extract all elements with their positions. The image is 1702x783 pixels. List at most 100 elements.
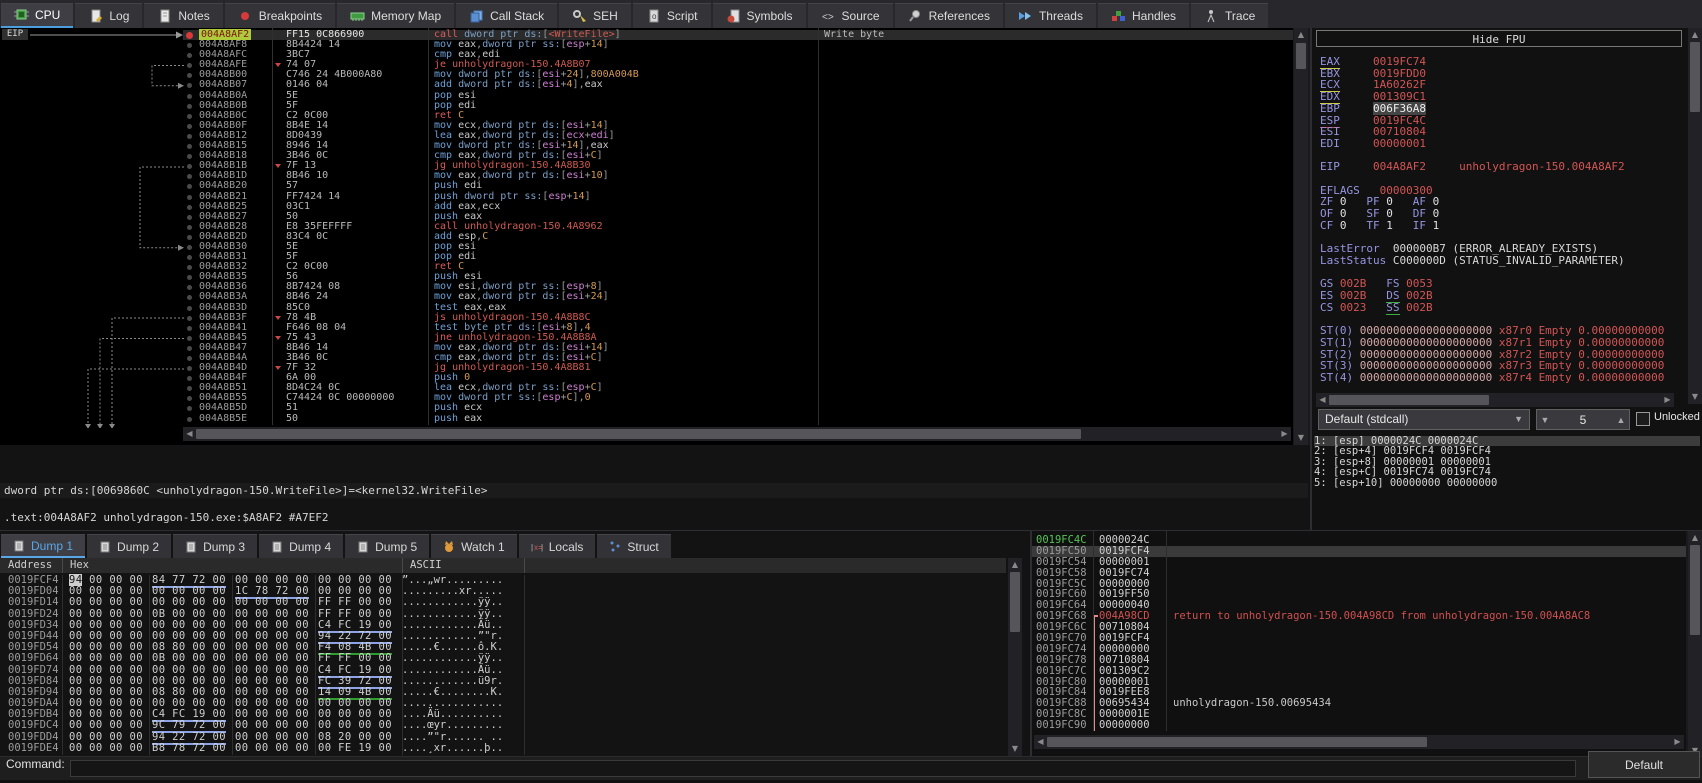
disasm-row[interactable]: 004A8B45 75 43 jne unholydragon-150.4A8B8A bbox=[183, 332, 1293, 343]
gutter-dot-icon[interactable] bbox=[183, 101, 196, 111]
tab-dump-3[interactable]: Dump 3 bbox=[173, 534, 258, 558]
disasm-row[interactable]: 004A8B2D 83C4 0C add esp,C bbox=[183, 231, 1293, 242]
disasm-row[interactable]: 004A8B0A 5E pop esi bbox=[183, 90, 1293, 101]
gutter-dot-icon[interactable] bbox=[183, 282, 196, 292]
gutter-dot-icon[interactable] bbox=[183, 252, 196, 262]
gutter-dot-icon[interactable] bbox=[183, 393, 196, 403]
disasm-row[interactable]: 004A8B5D 51 push ecx bbox=[183, 403, 1293, 413]
tab-breakpoints[interactable]: Breakpoints bbox=[224, 3, 336, 28]
gutter-dot-icon[interactable] bbox=[183, 232, 196, 242]
dump-row[interactable]: 0019FDE4 00 00 00 00 B8 78 72 00 00 00 00 0… bbox=[0, 742, 514, 754]
scroll-left-icon[interactable]: ◀ bbox=[183, 427, 196, 441]
gutter-dot-icon[interactable] bbox=[183, 192, 196, 202]
scroll-left-icon[interactable]: ◀ bbox=[1316, 393, 1329, 407]
scroll-thumb[interactable] bbox=[1329, 395, 1489, 405]
disasm-row[interactable]: 004A8B1B 7F 13 jg unholydragon-150.4A8B30 bbox=[183, 161, 1293, 171]
disasm-row[interactable]: 004A8B31 5F pop edi bbox=[183, 251, 1293, 262]
tab-memory-map[interactable]: Memory Map bbox=[337, 3, 455, 28]
disasm-row[interactable]: 004A8B4A 3B46 0C cmp eax,dword ptr ds:[esi… bbox=[183, 352, 1293, 363]
gutter-dot-icon[interactable] bbox=[183, 131, 196, 141]
command-input[interactable] bbox=[70, 760, 1576, 777]
disasm-row[interactable]: 004A8B1D 8B46 10 mov eax,dword ptr ds:[esi… bbox=[183, 171, 1293, 181]
scroll-right-icon[interactable]: ▶ bbox=[1661, 393, 1674, 407]
gutter-dot-icon[interactable] bbox=[183, 272, 196, 282]
tab-watch-1[interactable]: Watch 1 bbox=[431, 534, 517, 558]
registers-vscrollbar[interactable]: ▲ ▼ bbox=[1688, 28, 1702, 404]
disasm-row[interactable]: 004A8B4D 7F 32 jg unholydragon-150.4A8B81 bbox=[183, 362, 1293, 373]
disasm-row[interactable]: 004A8AF2 FF15 0C866900 call dword ptr ds:[… bbox=[183, 29, 1293, 41]
gutter-dot-icon[interactable] bbox=[183, 353, 196, 363]
tab-script[interactable]: o Script bbox=[632, 3, 711, 28]
segment-row[interactable]: ES 002B DS 002B bbox=[1320, 289, 1664, 304]
stack-panel[interactable]: 0019FC4C 0000024C 0019FC50 0019FCF4 0019FC54… bbox=[1032, 531, 1686, 758]
disasm-row[interactable]: 004A8B21 FF7424 14 push dword ptr ss:[esp+… bbox=[183, 191, 1293, 202]
tab-threads[interactable]: Threads bbox=[1004, 3, 1096, 28]
scroll-left-icon[interactable]: ◀ bbox=[1034, 735, 1047, 749]
scroll-down-icon[interactable]: ▼ bbox=[1294, 431, 1308, 445]
argument-depth-spinner[interactable]: ▼ 5 ▲ bbox=[1536, 409, 1630, 430]
disasm-row[interactable]: 004A8B00 C746 24 4B000A80 mov dword ptr ds… bbox=[183, 70, 1293, 80]
gutter-dot-icon[interactable] bbox=[183, 383, 196, 393]
disassembly-hscrollbar[interactable]: ◀ ▶ bbox=[183, 427, 1291, 441]
gutter-dot-icon[interactable] bbox=[183, 181, 196, 191]
tab-source[interactable]: <> Source bbox=[807, 3, 893, 28]
gutter-dot-icon[interactable] bbox=[183, 212, 196, 222]
disasm-row[interactable]: 004A8B41 F646 08 04 test byte ptr ds:[esi+… bbox=[183, 322, 1293, 333]
disasm-row[interactable]: 004A8B3A 8B46 24 mov eax,dword ptr ds:[esi… bbox=[183, 292, 1293, 302]
disassembly-vscrollbar[interactable]: ▲ ▼ bbox=[1294, 28, 1308, 445]
flag-row[interactable]: CF 0 TF 1 IF 1 bbox=[1320, 219, 1664, 232]
registers-panel[interactable]: Hide FPU EAX 0019FC74 EBX 0019FDD0 ECX 1A6… bbox=[1312, 28, 1702, 530]
stack-row[interactable]: 0019FC7C 001309C2 bbox=[1032, 665, 1686, 677]
gutter-dot-icon[interactable] bbox=[183, 111, 196, 121]
disasm-row[interactable]: 004A8B20 57 push edi bbox=[183, 181, 1293, 191]
scroll-down-icon[interactable]: ▼ bbox=[1008, 742, 1022, 756]
scroll-up-icon[interactable]: ▲ bbox=[1008, 558, 1022, 572]
registers-hscrollbar[interactable]: ◀ ▶ bbox=[1316, 393, 1674, 407]
gutter-dot-icon[interactable] bbox=[183, 363, 196, 373]
dump-vscrollbar[interactable]: ▲ ▼ bbox=[1008, 558, 1022, 756]
disasm-row[interactable]: 004A8B28 E8 35FEFFFF call unholydragon-150… bbox=[183, 221, 1293, 232]
gutter-dot-icon[interactable] bbox=[183, 333, 196, 343]
scroll-thumb[interactable] bbox=[1690, 545, 1700, 635]
gutter-dot-icon[interactable] bbox=[183, 373, 196, 383]
tab-dump-1[interactable]: Dump 1 bbox=[1, 534, 86, 558]
tab-dump-2[interactable]: Dump 2 bbox=[87, 534, 172, 558]
disasm-row[interactable]: 004A8B3F 78 4B js unholydragon-150.4A8B8C bbox=[183, 312, 1293, 323]
register-st-4-[interactable]: ST(4) 00000000000000000000 x87r4 Empty 0… bbox=[1320, 372, 1664, 384]
gutter-dot-icon[interactable] bbox=[183, 222, 196, 232]
register-eax[interactable]: EAX 0019FC74 bbox=[1320, 55, 1664, 69]
tab-handles[interactable]: Handles bbox=[1097, 3, 1190, 28]
gutter-dot-icon[interactable] bbox=[183, 40, 196, 50]
tab-references[interactable]: References bbox=[894, 3, 1003, 28]
spinner-down-icon[interactable]: ▼ bbox=[1537, 415, 1553, 425]
disasm-row[interactable]: 004A8B0F 8B4E 14 mov ecx,dword ptr ds:[esi… bbox=[183, 120, 1293, 131]
dump-panel[interactable]: Dump 1 Dump 2 Dump 3 Dump 4 Dump 5 Watch 1 | x=… bbox=[0, 531, 1030, 758]
last-status[interactable]: LastStatus C000000D (STATUS_INVALID_PARA… bbox=[1320, 255, 1664, 267]
calling-convention-select[interactable]: Default (stdcall) ▼ bbox=[1318, 409, 1530, 430]
tab-trace[interactable]: Trace bbox=[1191, 3, 1269, 28]
tab-dump-4[interactable]: Dump 4 bbox=[259, 534, 344, 558]
scroll-down-icon[interactable]: ▼ bbox=[1688, 390, 1702, 404]
tab-log[interactable]: Log bbox=[75, 3, 143, 28]
disasm-row[interactable]: 004A8B25 03C1 add eax,ecx bbox=[183, 201, 1293, 212]
disasm-row[interactable]: 004A8B0C C2 0C00 ret C bbox=[183, 110, 1293, 121]
gutter-dot-icon[interactable] bbox=[183, 414, 196, 424]
tab-cpu[interactable]: CPU bbox=[1, 3, 74, 28]
tab-symbols[interactable]: Symbols bbox=[712, 3, 806, 28]
stack-vscrollbar[interactable]: ▲ ▼ bbox=[1688, 531, 1702, 758]
gutter-dot-icon[interactable] bbox=[183, 161, 196, 171]
disasm-row[interactable]: 004A8B47 8B46 14 mov eax,dword ptr ds:[esi… bbox=[183, 342, 1293, 353]
disasm-row[interactable]: 004A8B3D 85C0 test eax,eax bbox=[183, 302, 1293, 313]
register-eip[interactable]: EIP 004A8AF2 unholydragon-150.004A8AF2 bbox=[1320, 161, 1664, 173]
gutter-dot-icon[interactable] bbox=[183, 121, 196, 131]
gutter-dot-icon[interactable] bbox=[183, 70, 196, 80]
disasm-row[interactable]: 004A8AFC 3BC7 cmp eax,edi bbox=[183, 49, 1293, 60]
hide-fpu-button[interactable]: Hide FPU bbox=[1316, 30, 1682, 47]
tab-dump-5[interactable]: Dump 5 bbox=[345, 534, 430, 558]
disasm-row[interactable]: 004A8B55 C74424 0C 00000000 mov dword ptr … bbox=[183, 393, 1293, 403]
disasm-row[interactable]: 004A8B35 56 push esi bbox=[183, 272, 1293, 282]
tab-seh[interactable]: SEH bbox=[559, 3, 631, 28]
gutter-dot-icon[interactable] bbox=[183, 313, 196, 323]
gutter-dot-icon[interactable] bbox=[183, 141, 196, 151]
scroll-right-icon[interactable]: ▶ bbox=[1671, 735, 1684, 749]
